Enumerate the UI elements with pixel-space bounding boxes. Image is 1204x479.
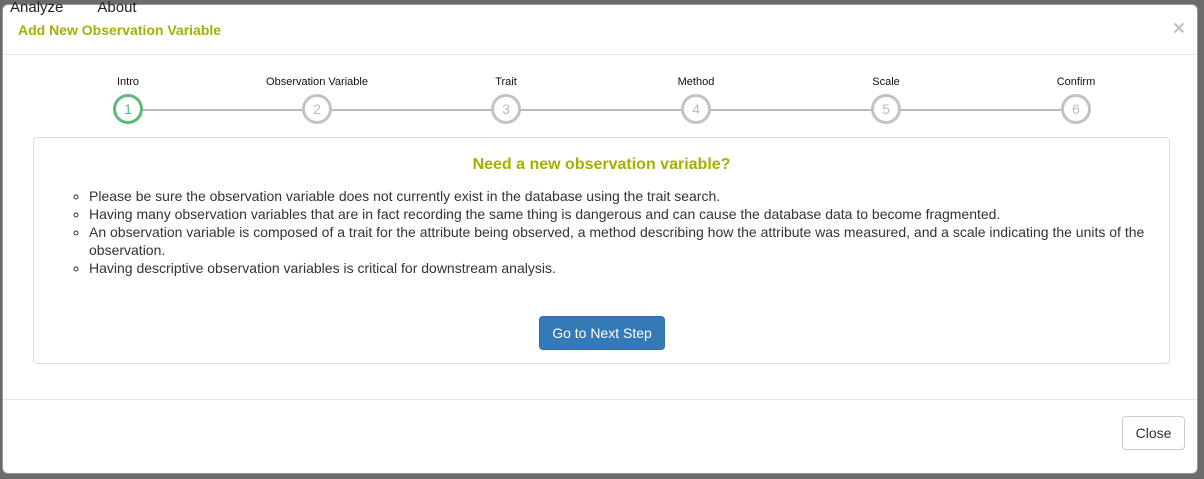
step-label: Observation Variable	[266, 76, 368, 88]
step-circle: 1	[113, 94, 143, 124]
wizard-steps: Intro 1 Observation Variable 2 Trait 3 Meth…	[3, 71, 1197, 131]
close-icon[interactable]: ×	[1173, 17, 1185, 41]
info-list: Please be sure the observation variable …	[49, 187, 1154, 277]
step-circle: 2	[302, 94, 332, 124]
step-circle: 3	[491, 94, 521, 124]
step-scale[interactable]: Scale 5	[806, 71, 966, 124]
step-intro[interactable]: Intro 1	[48, 71, 208, 124]
step-observation-variable[interactable]: Observation Variable 2	[237, 71, 397, 124]
step-circle: 4	[681, 94, 711, 124]
step-trait[interactable]: Trait 3	[426, 71, 586, 124]
nav-about[interactable]: About	[97, 0, 136, 16]
close-button[interactable]: Close	[1122, 416, 1185, 450]
step-label: Trait	[495, 76, 517, 88]
step-label: Method	[677, 76, 715, 88]
step-circle: 5	[871, 94, 901, 124]
list-item: Having descriptive observation variables…	[89, 259, 1154, 277]
step-label: Confirm	[1056, 76, 1096, 88]
background-nav: Analyze About	[10, 0, 171, 16]
list-item: An observation variable is composed of a…	[89, 223, 1154, 259]
modal-footer: Close	[3, 399, 1197, 479]
panel-heading: Need a new observation variable?	[472, 156, 731, 173]
list-item: Having many observation variables that a…	[89, 205, 1154, 223]
intro-panel: Need a new observation variable? Please …	[33, 137, 1170, 364]
step-label: Intro	[116, 76, 139, 88]
modal-header: Add New Observation Variable ×	[3, 5, 1197, 55]
nav-analyze[interactable]: Analyze	[10, 0, 63, 16]
list-item: Please be sure the observation variable …	[89, 187, 1154, 205]
step-circle: 6	[1061, 94, 1091, 124]
step-confirm[interactable]: Confirm 6	[996, 71, 1156, 124]
next-step-button[interactable]: Go to Next Step	[539, 316, 665, 350]
step-method[interactable]: Method 4	[616, 71, 776, 124]
modal-dialog: Add New Observation Variable × Intro 1 Ob…	[2, 4, 1198, 474]
step-label: Scale	[872, 76, 900, 88]
modal-title: Add New Observation Variable	[18, 22, 222, 38]
